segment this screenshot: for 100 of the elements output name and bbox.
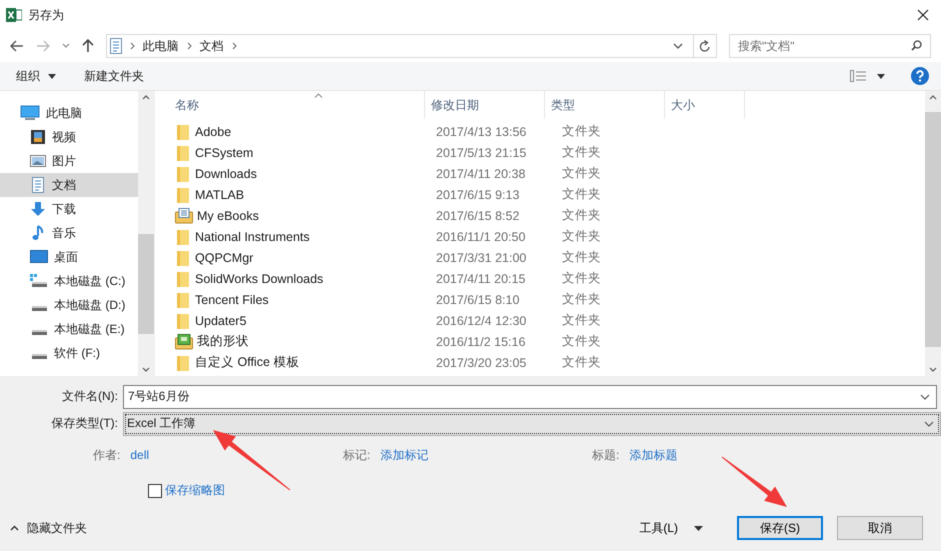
modified-date: 2017/6/15 9:13	[436, 188, 520, 202]
scroll-down-icon[interactable]	[929, 367, 937, 372]
back-arrow-icon[interactable]	[10, 40, 24, 52]
refresh-icon[interactable]	[698, 40, 711, 52]
folder-icon	[175, 292, 191, 308]
sidebar-item[interactable]: 软件 (F:)	[0, 341, 138, 365]
file-type: 文件夹	[562, 249, 601, 266]
caret-icon[interactable]	[877, 74, 885, 78]
file-name[interactable]: MATLAB	[195, 188, 244, 202]
sidebar-item[interactable]: 音乐	[0, 221, 138, 245]
metadata-link[interactable]: 添加标题	[629, 446, 678, 464]
file-name[interactable]: Tencent Files	[195, 292, 269, 306]
scrollbar[interactable]	[925, 91, 941, 376]
scrollbar-thumb[interactable]	[138, 234, 154, 334]
sort-caret-icon	[314, 93, 323, 98]
document-icon	[30, 177, 46, 193]
column-header[interactable]: 大小	[665, 91, 745, 119]
drive-icon	[32, 354, 47, 358]
metadata-link[interactable]: dell	[130, 448, 150, 462]
book-folder-icon	[175, 208, 193, 224]
folder-icon	[175, 166, 191, 182]
modified-date: 2017/3/20 23:05	[436, 356, 526, 370]
file-name[interactable]: Downloads	[195, 166, 257, 180]
sidebar-item[interactable]: 视频	[0, 125, 138, 149]
search-field[interactable]: 搜索"文档"	[728, 34, 931, 58]
chevron-down-icon[interactable]	[672, 43, 683, 49]
folder-icon	[175, 354, 191, 370]
checkbox-label[interactable]: 保存缩略图	[165, 482, 225, 499]
file-name[interactable]: SolidWorks Downloads	[195, 272, 324, 286]
sidebar-item[interactable]: 本地磁盘 (D:)	[0, 293, 138, 317]
window-title: 另存为	[28, 6, 64, 24]
metadata-link[interactable]: 添加标记	[380, 446, 428, 464]
scroll-up-icon[interactable]	[142, 95, 150, 100]
scroll-up-icon[interactable]	[929, 95, 937, 100]
hide-folders-button[interactable]: 隐藏文件夹	[6, 518, 91, 538]
modified-date: 2017/4/11 20:15	[436, 272, 526, 286]
file-name[interactable]: CFSystem	[195, 146, 254, 160]
chevron-right-icon[interactable]	[186, 42, 192, 50]
chevron-right-icon[interactable]	[130, 42, 135, 50]
modified-date: 2017/3/31 21:00	[436, 250, 526, 264]
file-type: 文件夹	[562, 207, 601, 224]
modified-date: 2016/11/1 20:50	[436, 230, 526, 244]
new-folder-button[interactable]: 新建文件夹	[76, 66, 152, 86]
drive-icon	[32, 330, 47, 334]
view-options-icon[interactable]	[850, 70, 867, 82]
monitor-icon	[20, 105, 40, 121]
sidebar-item[interactable]: 文档	[0, 173, 138, 197]
file-type: 文件夹	[562, 144, 601, 161]
breadcrumb-item[interactable]: 此电脑	[142, 38, 179, 54]
up-arrow-icon[interactable]	[82, 39, 94, 53]
file-name[interactable]: Adobe	[195, 124, 232, 138]
tools-menu-button[interactable]: 工具(L)	[635, 518, 707, 538]
scrollbar-thumb[interactable]	[925, 112, 941, 347]
chevron-down-icon[interactable]	[920, 394, 930, 400]
search-icon[interactable]	[910, 40, 922, 51]
filename-field[interactable]: 7号站6月份	[123, 384, 937, 408]
organize-menu-button[interactable]: 组织	[8, 66, 64, 86]
close-icon[interactable]	[917, 9, 929, 21]
sidebar-item[interactable]: 此电脑	[0, 101, 138, 125]
file-type: 文件夹	[562, 333, 601, 350]
chevron-right-icon[interactable]	[232, 42, 237, 50]
file-name[interactable]: 我的形状	[197, 333, 249, 350]
address-bar[interactable]: 此电脑 文档	[106, 34, 717, 58]
sidebar-item[interactable]: 下载	[0, 197, 138, 221]
metadata-label: 作者:	[93, 446, 120, 464]
column-header[interactable]: 修改日期	[425, 91, 545, 119]
column-header[interactable]: 类型	[545, 91, 665, 119]
chevron-down-icon[interactable]	[924, 420, 934, 426]
sidebar-item[interactable]: 图片	[0, 149, 138, 173]
caret-icon	[48, 74, 56, 78]
file-type: 文件夹	[562, 291, 601, 308]
save-button[interactable]: 保存(S)	[737, 516, 823, 540]
cancel-button[interactable]: 取消	[837, 516, 923, 540]
file-name[interactable]: My eBooks	[197, 208, 259, 222]
file-type-dropdown[interactable]: Excel 工作簿	[123, 412, 941, 436]
file-name[interactable]: National Instruments	[195, 230, 310, 244]
file-name[interactable]: QQPCMgr	[195, 250, 254, 264]
file-type: 文件夹	[562, 312, 601, 329]
chevron-up-icon	[10, 525, 19, 531]
drive-icon	[30, 273, 48, 289]
help-icon[interactable]	[911, 67, 929, 85]
file-name[interactable]: Updater5	[195, 314, 246, 328]
folder-icon	[175, 144, 191, 160]
sidebar-item[interactable]: 本地磁盘 (E:)	[0, 317, 138, 341]
file-name[interactable]: 自定义 Office 模板	[195, 354, 300, 371]
file-type: 文件夹	[562, 186, 601, 203]
document-icon	[110, 38, 122, 54]
sidebar-item[interactable]: 桌面	[0, 245, 138, 269]
sidebar-item[interactable]: 本地磁盘 (C:)	[0, 269, 138, 293]
breadcrumb-item[interactable]: 文档	[200, 38, 224, 54]
chevron-down-icon[interactable]	[62, 43, 70, 49]
checkbox[interactable]	[148, 484, 162, 498]
column-header[interactable]: 名称	[175, 91, 425, 119]
modified-date: 2016/12/4 12:30	[436, 314, 526, 328]
annotation-arrow	[722, 456, 787, 507]
scrollbar[interactable]	[138, 91, 154, 376]
scroll-down-icon[interactable]	[142, 367, 150, 372]
modified-date: 2017/6/15 8:52	[436, 208, 520, 222]
modified-date: 2017/5/13 21:15	[436, 146, 526, 160]
folder-icon	[175, 270, 191, 286]
